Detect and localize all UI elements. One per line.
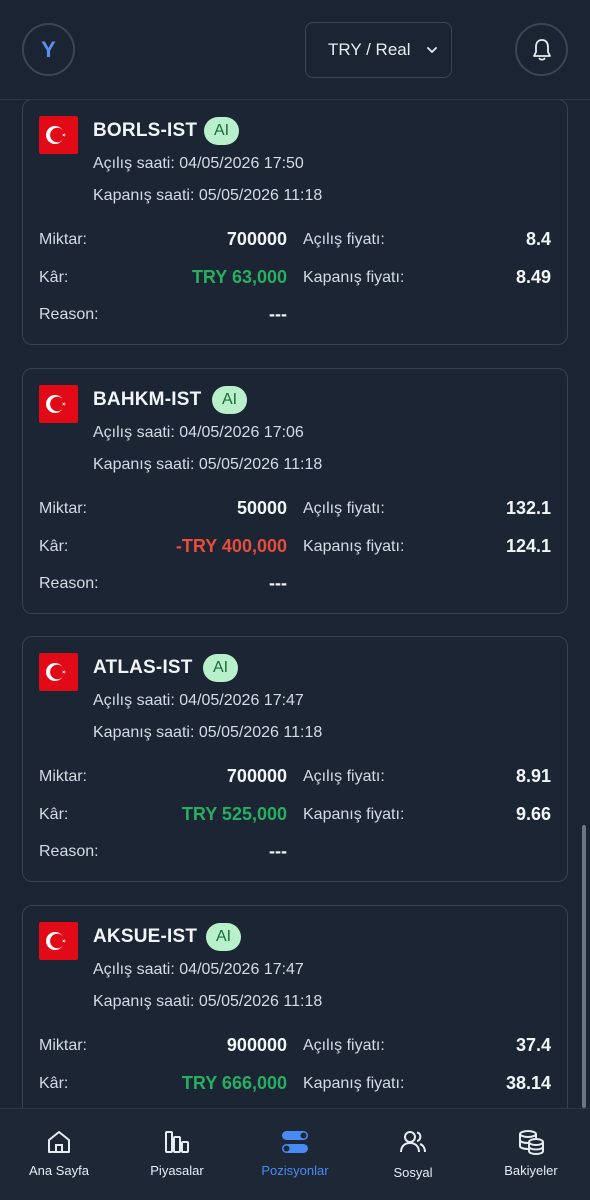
reason-value: --- (269, 841, 287, 861)
quantity-label: Miktar: (39, 500, 87, 517)
chevron-down-icon (427, 47, 437, 53)
nav-label: Pozisyonlar (261, 1163, 329, 1178)
quantity-label: Miktar: (39, 231, 87, 248)
position-symbol: AKSUE-IST (93, 926, 198, 947)
position-symbol: ATLAS-IST (93, 657, 193, 678)
quantity-label: Miktar: (39, 1037, 87, 1054)
profit-value: TRY 525,000 (181, 804, 287, 824)
closing-price-value: 8.49 (515, 267, 551, 287)
opening-price-label: Açılış fiyatı: (303, 500, 385, 517)
opening-time: Açılış saati: 04/05/2026 17:06 (93, 424, 304, 441)
opening-time: Açılış saati: 04/05/2026 17:47 (93, 692, 304, 709)
quantity-value: 700000 (226, 766, 287, 786)
position-symbol: BORLS-IST (93, 120, 198, 141)
closing-time: Kapanış saati: 05/05/2026 11:18 (93, 456, 323, 473)
profit-value: -TRY 400,000 (175, 536, 287, 556)
opening-price-value: 8.4 (525, 229, 551, 249)
nav-item-markets[interactable]: Piyasalar (118, 1109, 236, 1200)
nav-item-positions[interactable]: Pozisyonlar (236, 1109, 354, 1200)
ai-badge: AI (212, 386, 248, 414)
profit-label: Kâr: (39, 538, 69, 555)
profit-label: Kâr: (39, 269, 69, 286)
notification-button[interactable] (515, 23, 568, 76)
bell-icon (532, 38, 551, 61)
position-card[interactable]: AKSUE-IST AI Açılış saati: 04/05/2026 17… (22, 905, 568, 1108)
bar-chart-icon (165, 1131, 189, 1153)
currency-selector-label: TRY / Real (328, 40, 411, 59)
nav-label: Bakiyeler (504, 1163, 558, 1178)
position-card[interactable]: BAHKM-IST AI Açılış saati: 04/05/2026 17… (22, 368, 568, 614)
scrollbar[interactable] (582, 825, 586, 1108)
opening-price-value: 132.1 (505, 498, 551, 518)
nav-item-home[interactable]: Ana Sayfa (0, 1109, 118, 1200)
nav-item-balances[interactable]: Bakiyeler (472, 1109, 590, 1200)
closing-price-label: Kapanış fiyatı: (303, 269, 405, 286)
opening-time: Açılış saati: 04/05/2026 17:50 (93, 155, 304, 172)
reason-label: Reason: (39, 306, 99, 323)
positions-list[interactable]: BORLS-IST AI Açılış saati: 04/05/2026 17… (0, 100, 590, 1108)
nav-label: Ana Sayfa (29, 1163, 89, 1178)
top-header: Y TRY / Real (0, 0, 590, 100)
users-icon (400, 1131, 426, 1153)
opening-price-label: Açılış fiyatı: (303, 1037, 385, 1054)
quantity-value: 700000 (226, 229, 287, 249)
reason-value: --- (269, 573, 287, 593)
position-card[interactable]: BORLS-IST AI Açılış saati: 04/05/2026 17… (22, 100, 568, 345)
profit-value: TRY 666,000 (181, 1073, 287, 1093)
closing-price-label: Kapanış fiyatı: (303, 1075, 405, 1092)
opening-price-value: 8.91 (515, 766, 551, 786)
opening-price-label: Açılış fiyatı: (303, 768, 385, 785)
ai-badge: AI (203, 654, 239, 682)
opening-price-label: Açılış fiyatı: (303, 231, 385, 248)
closing-price-label: Kapanış fiyatı: (303, 806, 405, 823)
profit-label: Kâr: (39, 1075, 69, 1092)
toggle-icon (282, 1131, 308, 1153)
closing-price-value: 38.14 (505, 1073, 551, 1093)
reason-label: Reason: (39, 843, 99, 860)
nav-label: Sosyal (393, 1165, 433, 1180)
quantity-value: 50000 (236, 498, 287, 518)
opening-price-value: 37.4 (515, 1035, 551, 1055)
profit-label: Kâr: (39, 806, 69, 823)
currency-selector[interactable]: TRY / Real (305, 22, 452, 78)
profit-value: TRY 63,000 (191, 267, 287, 287)
turkey-flag-icon (39, 653, 78, 691)
closing-price-value: 124.1 (505, 536, 551, 556)
turkey-flag-icon (39, 922, 78, 960)
closing-time: Kapanış saati: 05/05/2026 11:18 (93, 187, 323, 204)
ai-badge: AI (206, 923, 242, 951)
reason-value: --- (269, 304, 287, 324)
opening-time: Açılış saati: 04/05/2026 17:47 (93, 961, 304, 978)
nav-label: Piyasalar (150, 1163, 204, 1178)
closing-time: Kapanış saati: 05/05/2026 11:18 (93, 724, 323, 741)
home-icon (48, 1131, 70, 1153)
quantity-label: Miktar: (39, 768, 87, 785)
closing-price-value: 9.66 (515, 804, 551, 824)
closing-price-label: Kapanış fiyatı: (303, 538, 405, 555)
ai-badge: AI (204, 117, 240, 145)
turkey-flag-icon (39, 385, 78, 423)
closing-time: Kapanış saati: 05/05/2026 11:18 (93, 993, 323, 1010)
avatar[interactable]: Y (22, 23, 75, 76)
turkey-flag-icon (39, 116, 78, 154)
bottom-navigation: Ana Sayfa Piyasalar Pozisyonlar Sosyal B… (0, 1108, 590, 1200)
coins-icon (519, 1130, 544, 1156)
quantity-value: 900000 (226, 1035, 287, 1055)
nav-item-social[interactable]: Sosyal (354, 1109, 472, 1200)
position-card[interactable]: ATLAS-IST AI Açılış saati: 04/05/2026 17… (22, 636, 568, 882)
position-symbol: BAHKM-IST (93, 389, 202, 410)
reason-label: Reason: (39, 575, 99, 592)
